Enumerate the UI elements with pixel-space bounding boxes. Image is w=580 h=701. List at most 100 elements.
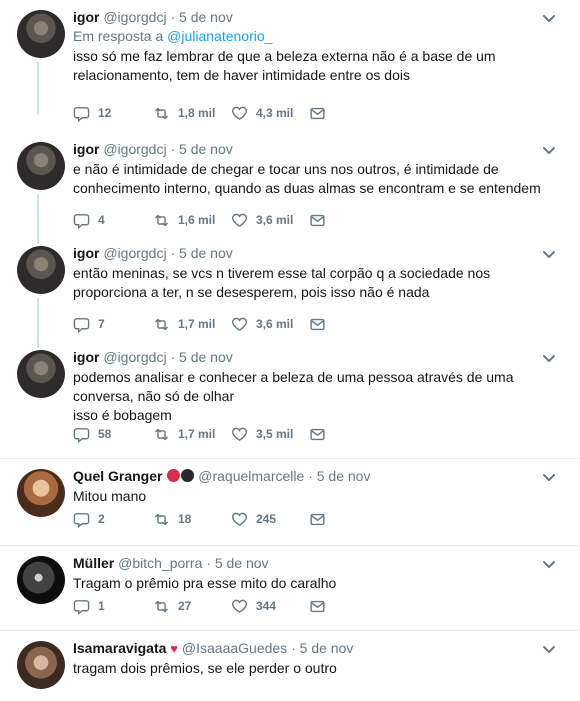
separator-dot: ·: [170, 349, 176, 365]
tweet-time[interactable]: 5 de nov: [179, 9, 233, 25]
reply-button[interactable]: 2: [73, 511, 153, 528]
separator-dot: ·: [170, 141, 176, 157]
retweet-icon: [155, 428, 168, 440]
tweet-text: Tragam o prêmio pra esse mito do caralho: [73, 575, 337, 591]
chevron-down-icon[interactable]: [542, 352, 556, 366]
tweet-content: Müller @bitch_porra · 5 de nov Tragam o …: [73, 553, 542, 593]
avatar[interactable]: [17, 350, 65, 398]
tweet-header: Isamaravigata ♥ @IsaaaaGuedes · 5 de nov: [73, 638, 542, 658]
reply-icon: [73, 213, 90, 229]
reply-button[interactable]: 58: [73, 426, 153, 443]
message-button[interactable]: [309, 426, 334, 443]
reply-button[interactable]: 4: [73, 212, 153, 229]
tweet-text: tragam dois prêmios, se ele perder o out…: [73, 660, 337, 676]
avatar[interactable]: [17, 246, 65, 294]
red-circle-icon: [167, 469, 181, 482]
tweet-time[interactable]: 5 de nov: [215, 555, 269, 571]
retweet-button[interactable]: 1,7 mil: [153, 316, 231, 333]
chevron-down-icon[interactable]: [542, 643, 556, 657]
chevron-down-icon[interactable]: [542, 12, 556, 26]
separator-dot: ·: [170, 245, 176, 261]
tweet-text: isso só me faz lembrar de que a beleza e…: [73, 48, 496, 83]
tweet-3[interactable]: igor @igorgdcj · 5 de nov então meninas,…: [0, 236, 580, 348]
retweet-icon: [155, 513, 168, 525]
separator-dot: ·: [291, 640, 296, 656]
tweet-content: igor @igorgdcj · 5 de nov e não é intimi…: [73, 139, 542, 198]
tweet-content: Quel Granger @raquelmarcelle · 5 de nov …: [73, 466, 542, 506]
avatar[interactable]: [17, 556, 65, 604]
author-name[interactable]: igor: [73, 245, 99, 261]
like-button[interactable]: 3,6 mil: [231, 316, 309, 333]
message-button[interactable]: [309, 511, 334, 528]
reply-button[interactable]: 7: [73, 316, 153, 333]
tweet-content: igor @igorgdcj · 5 de nov Em resposta a …: [73, 7, 542, 85]
author-handle[interactable]: @igorgdcj: [103, 245, 166, 261]
tweet-time[interactable]: 5 de nov: [179, 349, 233, 365]
tweet-time[interactable]: 5 de nov: [317, 468, 371, 484]
avatar[interactable]: [17, 641, 65, 689]
tweet-2[interactable]: igor @igorgdcj · 5 de nov e não é intimi…: [0, 132, 580, 244]
reply-tweet-1[interactable]: Quel Granger @raquelmarcelle · 5 de nov …: [0, 458, 580, 545]
retweet-button[interactable]: 1,6 mil: [153, 212, 231, 229]
author-name[interactable]: igor: [73, 9, 99, 25]
retweet-button[interactable]: 27: [153, 598, 231, 615]
tweet-4[interactable]: igor @igorgdcj · 5 de nov podemos analis…: [0, 340, 580, 458]
author-handle[interactable]: @bitch_porra: [118, 555, 202, 571]
tweet-time[interactable]: 5 de nov: [300, 640, 354, 656]
author-handle[interactable]: @raquelmarcelle: [198, 468, 304, 484]
message-button[interactable]: [309, 212, 334, 229]
like-button[interactable]: 245: [231, 511, 309, 528]
avatar[interactable]: [17, 469, 65, 517]
heart-icon: [231, 599, 248, 613]
like-button[interactable]: 3,6 mil: [231, 212, 309, 229]
message-button[interactable]: [309, 105, 334, 122]
author-name[interactable]: igor: [73, 349, 99, 365]
tweet-header: igor @igorgdcj · 5 de nov: [73, 347, 542, 367]
reply-tweet-3[interactable]: Isamaravigata ♥ @IsaaaaGuedes · 5 de nov…: [0, 630, 580, 701]
tweet-header: Müller @bitch_porra · 5 de nov: [73, 553, 542, 573]
envelope-icon: [310, 107, 325, 119]
retweet-icon: [155, 318, 168, 330]
tweet-text: podemos analisar e conhecer a beleza de …: [73, 369, 514, 423]
tweet-time[interactable]: 5 de nov: [179, 141, 233, 157]
tweet-content: Isamaravigata ♥ @IsaaaaGuedes · 5 de nov…: [73, 638, 542, 678]
retweet-button[interactable]: 1,7 mil: [153, 426, 231, 443]
envelope-icon: [310, 513, 325, 525]
message-button[interactable]: [309, 316, 334, 333]
retweet-button[interactable]: 18: [153, 511, 231, 528]
reply-icon: [73, 599, 90, 615]
author-handle[interactable]: @igorgdcj: [103, 349, 166, 365]
tweet-content: igor @igorgdcj · 5 de nov podemos analis…: [73, 347, 542, 425]
author-name[interactable]: igor: [73, 141, 99, 157]
chevron-down-icon[interactable]: [542, 248, 556, 262]
author-handle[interactable]: @IsaaaaGuedes: [182, 640, 287, 656]
reply-button[interactable]: 1: [73, 598, 153, 615]
author-name[interactable]: Isamaravigata: [73, 640, 166, 656]
reply-tweet-2[interactable]: Müller @bitch_porra · 5 de nov Tragam o …: [0, 545, 580, 630]
author-name[interactable]: Müller: [73, 555, 114, 571]
like-button[interactable]: 344: [231, 598, 309, 615]
envelope-icon: [310, 318, 325, 330]
avatar[interactable]: [17, 142, 65, 190]
retweet-button[interactable]: 1,8 mil: [153, 105, 231, 122]
reply-button[interactable]: 12: [73, 105, 153, 122]
reply-icon: [73, 317, 90, 333]
tweet-content: igor @igorgdcj · 5 de nov então meninas,…: [73, 243, 542, 302]
envelope-icon: [310, 600, 325, 612]
retweet-icon: [155, 600, 168, 612]
reply-mention-link[interactable]: @julianatenorio_: [167, 28, 272, 44]
chevron-down-icon[interactable]: [542, 558, 556, 572]
tweet-1[interactable]: igor @igorgdcj · 5 de nov Em resposta a …: [0, 0, 580, 122]
like-button[interactable]: 3,5 mil: [231, 426, 309, 443]
chevron-down-icon[interactable]: [542, 144, 556, 158]
envelope-icon: [310, 214, 325, 226]
tweet-time[interactable]: 5 de nov: [179, 245, 233, 261]
avatar[interactable]: [17, 10, 65, 58]
message-button[interactable]: [309, 598, 334, 615]
author-name[interactable]: Quel Granger: [73, 468, 162, 484]
author-handle[interactable]: @igorgdcj: [103, 9, 166, 25]
tweet-header: igor @igorgdcj · 5 de nov: [73, 139, 542, 159]
chevron-down-icon[interactable]: [542, 471, 556, 485]
like-button[interactable]: 4,3 mil: [231, 105, 309, 122]
author-handle[interactable]: @igorgdcj: [103, 141, 166, 157]
